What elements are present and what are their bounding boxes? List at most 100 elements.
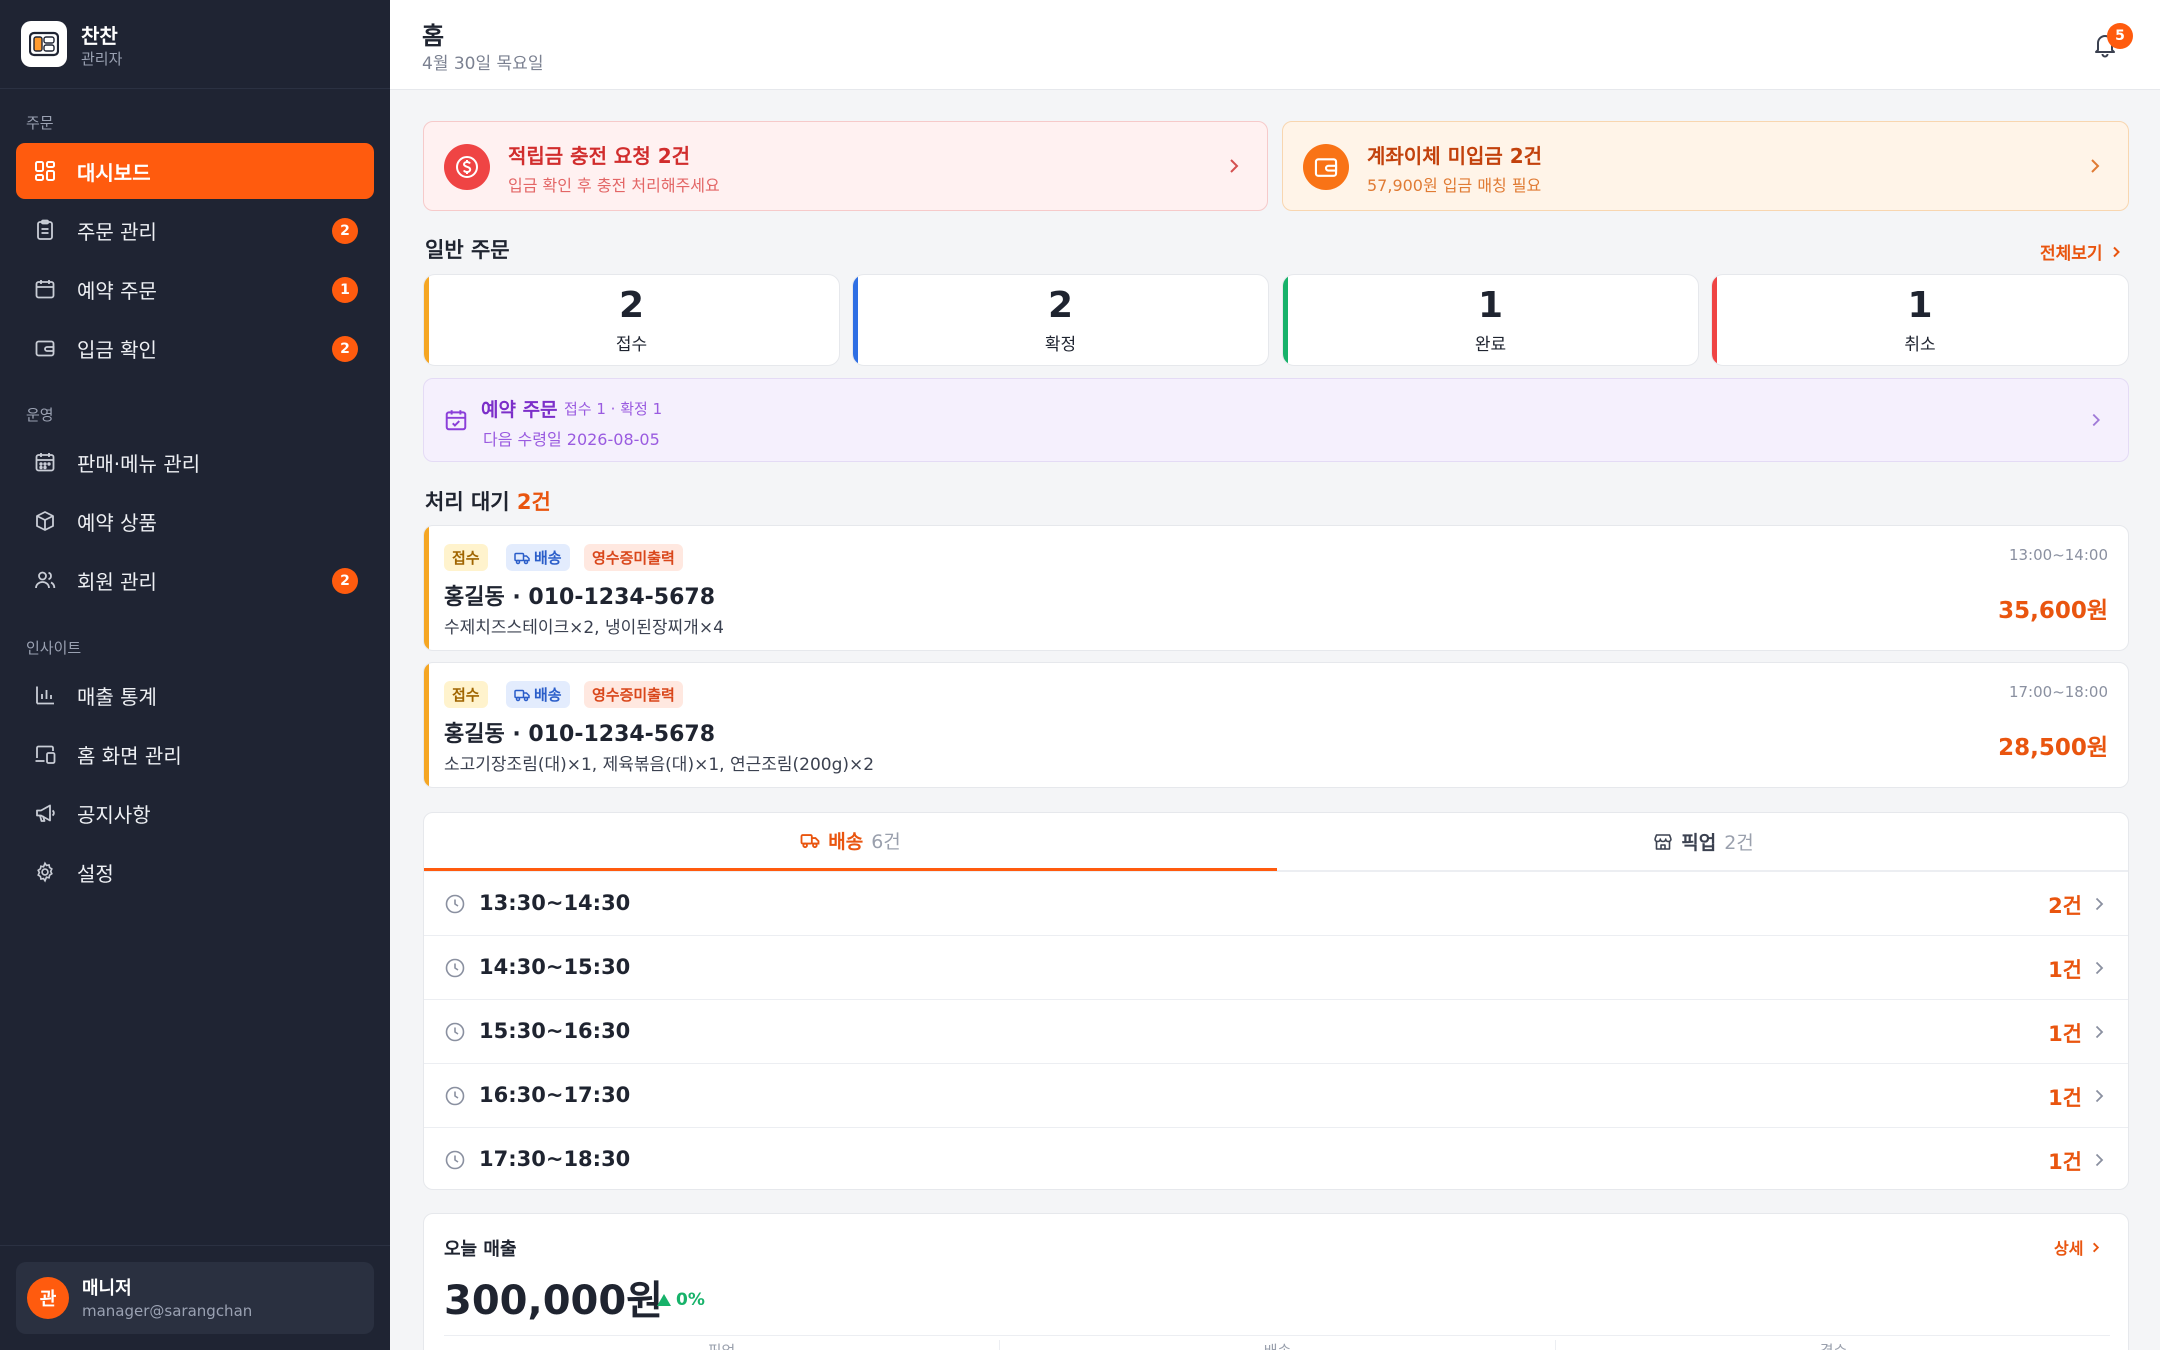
time-slot-row[interactable]: 14:30~15:30 1건: [424, 935, 2128, 999]
slot-time: 14:30~15:30: [479, 955, 631, 979]
slot-count: 1건: [2048, 1150, 2082, 1174]
tab-delivery[interactable]: 배송 6건: [424, 813, 1277, 871]
sales-column-label: 결수: [1556, 1340, 2111, 1350]
order-items: 소고기장조림(대)×1, 제육볶음(대)×1, 연근조림(200g)×2: [444, 755, 875, 775]
delivery-badge-label: 배송: [534, 686, 562, 704]
order-items: 수제치즈스테이크×2, 냉이된장찌개×4: [444, 618, 724, 638]
stat-completed[interactable]: 1 완료: [1282, 274, 1699, 366]
tab-label: 배송: [828, 831, 864, 853]
sidebar-item-label: 판매·메뉴 관리: [77, 451, 201, 476]
slot-time: 17:30~18:30: [479, 1147, 631, 1171]
stat-confirmed[interactable]: 2 확정: [852, 274, 1269, 366]
sidebar-item-orders[interactable]: 주문 관리 2: [16, 202, 374, 258]
today-sales-card: 오늘 매출 상세 300,000원 0% 픽업 배송 결수: [423, 1213, 2129, 1350]
stat-cancelled[interactable]: 1 취소: [1711, 274, 2129, 366]
sidebar-item-reserve-products[interactable]: 예약 상품: [16, 493, 374, 549]
wallet-icon: [1303, 144, 1349, 190]
sales-column-label: 배송: [1000, 1340, 1555, 1350]
sidebar-item-menu[interactable]: 판매·메뉴 관리: [16, 434, 374, 490]
chevron-right-icon: [2092, 413, 2101, 427]
time-slot-row[interactable]: 16:30~17:30 1건: [424, 1063, 2128, 1127]
megaphone-icon: [33, 801, 57, 825]
dashboard-icon: [33, 159, 57, 183]
slot-count: 1건: [2048, 1022, 2082, 1046]
nav-section-title: 운영: [26, 406, 54, 424]
tab-count: 2건: [1724, 832, 1754, 854]
time-slot-row[interactable]: 17:30~18:30 1건: [424, 1127, 2128, 1189]
pending-order-card[interactable]: 접수 배송 영수증미출력 홍길동 · 010-1234-5678 수제치즈스테이…: [423, 525, 2129, 651]
view-all-label: 전체보기: [2040, 244, 2103, 264]
stat-value: 2: [1047, 285, 1074, 326]
sidebar-item-label: 설정: [77, 861, 114, 886]
brand-role: 관리자: [81, 50, 123, 68]
clock-icon: [445, 1086, 465, 1106]
sidebar-item-sales-stats[interactable]: 매출 통계: [16, 667, 374, 723]
status-bar: [424, 526, 429, 650]
alert-title: 적립금 충전 요청 2건: [508, 144, 691, 168]
section-title-pending: 처리 대기 2건: [425, 486, 551, 516]
clipboard-icon: [33, 218, 57, 242]
brand: 찬찬 관리자: [0, 0, 390, 89]
sidebar-item-label: 대시보드: [77, 160, 151, 185]
sidebar-item-dashboard[interactable]: 대시보드: [16, 143, 374, 199]
chevron-right-icon: [1230, 159, 1239, 173]
stat-received[interactable]: 2 접수: [423, 274, 840, 366]
chevron-right-icon: [2095, 961, 2104, 975]
sales-detail-link[interactable]: 상세: [2054, 1235, 2102, 1259]
status-badge: 접수: [444, 681, 488, 708]
slot-time: 16:30~17:30: [479, 1083, 631, 1107]
chevron-right-icon: [2093, 1242, 2100, 1252]
header: 홈 4월 30일 목요일 5: [390, 0, 2160, 90]
chevron-right-icon: [2095, 1153, 2104, 1167]
slot-count: 1건: [2048, 1086, 2082, 1110]
box-icon: [33, 509, 57, 533]
sidebar-item-reservations[interactable]: 예약 주문 1: [16, 261, 374, 317]
sidebar-item-notices[interactable]: 공지사항: [16, 785, 374, 841]
tab-count: 6건: [871, 831, 901, 853]
slot-count: 2건: [2048, 894, 2082, 918]
stat-label: 취소: [1904, 335, 1936, 355]
pending-order-card[interactable]: 접수 배송 영수증미출력 홍길동 · 010-1234-5678 소고기장조림(…: [423, 662, 2129, 788]
sidebar-item-label: 매출 통계: [77, 684, 157, 709]
count-badge: 2: [332, 568, 358, 594]
sidebar-item-deposits[interactable]: 입금 확인 2: [16, 320, 374, 376]
clock-icon: [445, 958, 465, 978]
time-slot-row[interactable]: 13:30~14:30 2건: [424, 871, 2128, 935]
gear-icon: [33, 860, 57, 884]
alert-subtitle: 57,900원 입금 매칭 필요: [1367, 176, 1542, 195]
order-time: 13:00~14:00: [2008, 546, 2108, 564]
sidebar-item-label: 회원 관리: [77, 569, 157, 594]
points-request-alert[interactable]: 적립금 충전 요청 2건 입금 확인 후 충전 처리해주세요: [423, 121, 1268, 211]
delivery-badge-label: 배송: [534, 549, 562, 567]
users-icon: [33, 568, 57, 592]
sales-column-label: 픽업: [444, 1340, 999, 1350]
calendar-icon: [33, 277, 57, 301]
reservation-banner[interactable]: 예약 주문 접수 1 · 확정 1 다음 수령일 2026-08-05: [423, 378, 2129, 462]
coin-icon: [444, 144, 490, 190]
chevron-right-icon: [2091, 159, 2100, 173]
sidebar-item-label: 예약 주문: [77, 278, 157, 303]
sales-title: 오늘 매출: [444, 1239, 517, 1260]
unpaid-transfer-alert[interactable]: 계좌이체 미입금 2건 57,900원 입금 매칭 필요: [1282, 121, 2129, 211]
time-slot-row[interactable]: 15:30~16:30 1건: [424, 999, 2128, 1063]
customer-info: 홍길동 · 010-1234-5678: [444, 722, 716, 747]
sidebar-item-label: 주문 관리: [77, 219, 157, 244]
clock-icon: [445, 894, 465, 914]
sidebar-item-members[interactable]: 회원 관리 2: [16, 552, 374, 608]
customer-info: 홍길동 · 010-1234-5678: [444, 585, 716, 610]
sidebar-item-settings[interactable]: 설정: [16, 844, 374, 900]
calendar-check-icon: [445, 410, 467, 431]
receipt-badge: 영수증미출력: [584, 544, 683, 571]
calendar-grid-icon: [33, 450, 57, 474]
user-email: manager@sarangchan: [82, 1302, 253, 1320]
sidebar-item-home-screen[interactable]: 홈 화면 관리: [16, 726, 374, 782]
stat-label: 완료: [1474, 335, 1507, 355]
user-profile[interactable]: 관 매니저 manager@sarangchan: [16, 1262, 374, 1334]
slot-time: 15:30~16:30: [479, 1019, 631, 1043]
store-icon: [1654, 833, 1673, 850]
tab-pickup[interactable]: 픽업 2건: [1277, 813, 2128, 871]
order-price: 35,600원: [1998, 598, 2108, 624]
order-time: 17:00~18:00: [2008, 683, 2108, 701]
alert-title: 계좌이체 미입금 2건: [1367, 144, 1543, 168]
view-all-link[interactable]: 전체보기: [2040, 239, 2123, 264]
